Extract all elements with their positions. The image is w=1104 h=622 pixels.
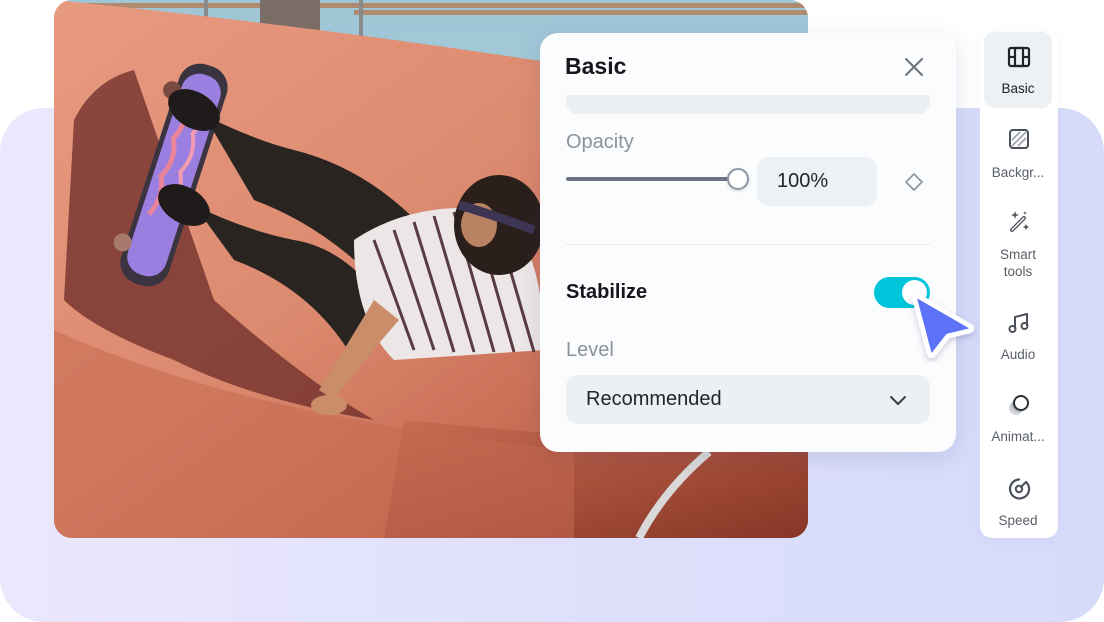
toolbar-label: Smart tools <box>984 246 1052 280</box>
speedometer-icon <box>1008 478 1031 500</box>
collapsed-field <box>566 95 930 114</box>
toolbar-item-smart-tools[interactable]: Smart tools <box>984 202 1052 282</box>
diamond-keyframe-icon <box>905 173 923 191</box>
close-icon <box>905 58 923 76</box>
background-icon <box>1009 129 1029 149</box>
toolbar-label: Animat... <box>991 429 1045 444</box>
opacity-slider[interactable] <box>566 168 750 190</box>
toolbar-label: Audio <box>1000 347 1036 362</box>
toolbar-label-line1: Smart <box>999 247 1036 262</box>
magic-wand-icon <box>1010 211 1029 232</box>
stabilize-label: Stabilize <box>566 281 648 303</box>
toolbar-label: Speed <box>998 513 1038 528</box>
toolbar-label-line2: tools <box>1003 264 1033 279</box>
right-toolbar: Basic Backgr... Smart tools Audio Animat… <box>980 32 1058 538</box>
panel-title: Basic <box>565 53 627 79</box>
opacity-label: Opacity <box>566 131 634 153</box>
chevron-down-icon <box>890 396 906 405</box>
toolbar-label: Basic <box>1001 81 1035 96</box>
level-dropdown[interactable]: Recommended <box>566 375 930 424</box>
toggle-knob <box>902 280 927 305</box>
animation-icon <box>1009 395 1029 415</box>
opacity-input[interactable] <box>757 157 877 206</box>
toolbar-item-speed[interactable]: Speed <box>984 468 1052 534</box>
divider <box>566 244 930 245</box>
close-button[interactable] <box>902 55 926 79</box>
toolbar-item-animation[interactable]: Animat... <box>984 384 1052 452</box>
music-note-icon <box>1008 313 1029 333</box>
toolbar-item-background[interactable]: Backgr... <box>984 118 1052 188</box>
toolbar-item-audio[interactable]: Audio <box>984 302 1052 370</box>
level-value: Recommended <box>586 388 722 410</box>
keyframe-button[interactable] <box>904 172 924 192</box>
toolbar-label: Backgr... <box>991 165 1045 180</box>
stabilize-toggle[interactable] <box>874 277 930 308</box>
level-label: Level <box>566 339 614 361</box>
toolbar-item-basic[interactable]: Basic <box>984 32 1052 108</box>
basic-panel: Basic Opacity Stabilize Level Recommende… <box>540 33 956 452</box>
film-icon <box>1007 46 1031 68</box>
slider-thumb[interactable] <box>727 168 749 190</box>
slider-track <box>566 177 738 181</box>
